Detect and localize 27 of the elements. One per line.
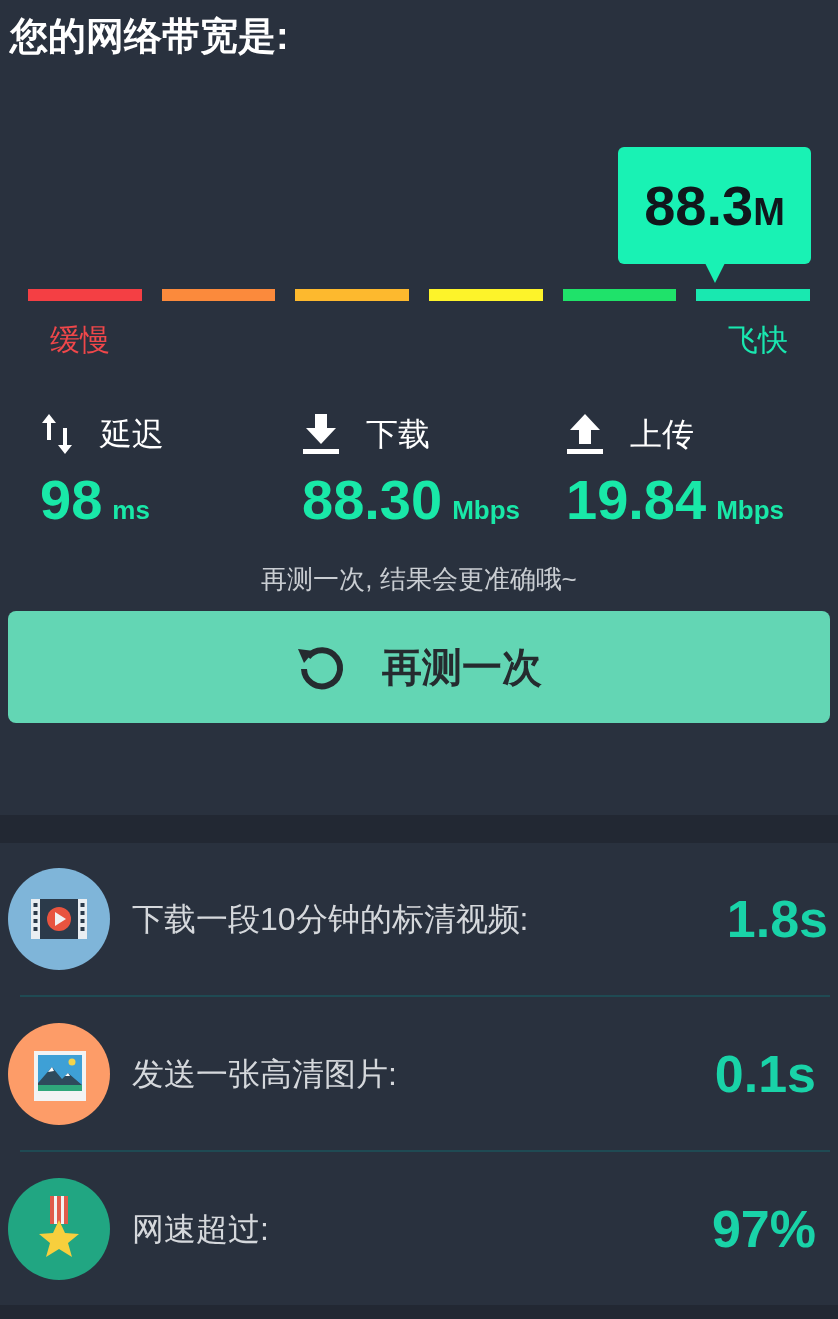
speed-reading: 88.3M <box>644 177 785 234</box>
stat-unit: ms <box>112 494 150 527</box>
result-label: 网速超过: <box>132 1209 270 1249</box>
slow-label: 缓慢 <box>50 322 110 358</box>
stat-value: 98 <box>40 472 103 528</box>
page-title: 您的网络带宽是: <box>10 14 289 59</box>
result-value: 1.8s <box>726 889 828 950</box>
stat-unit: Mbps <box>716 494 785 527</box>
stat-unit: Mbps <box>452 494 521 527</box>
result-value: 97% <box>711 1198 816 1260</box>
stat-value: 88.30 <box>302 472 443 528</box>
film-play-icon <box>8 868 110 970</box>
result-value: 0.1s <box>714 1043 816 1105</box>
stat-label: 上传 <box>630 415 694 454</box>
swap-arrows-icon <box>40 412 74 456</box>
stat-label: 下载 <box>366 415 430 454</box>
retest-hint: 再测一次, 结果会更准确哦~ <box>261 563 577 596</box>
upload-icon <box>566 412 604 456</box>
landscape-photo-icon <box>8 1022 110 1125</box>
download-icon <box>302 412 340 456</box>
stat-label: 延迟 <box>100 415 164 454</box>
medal-icon <box>8 1177 110 1280</box>
stat-value: 19.84 <box>566 472 707 528</box>
fast-label: 飞快 <box>728 322 788 358</box>
result-label: 下载一段10分钟的标清视频: <box>132 900 530 939</box>
retest-button[interactable]: 再测一次 <box>8 611 830 723</box>
result-label: 发送一张高清图片: <box>132 1054 398 1094</box>
